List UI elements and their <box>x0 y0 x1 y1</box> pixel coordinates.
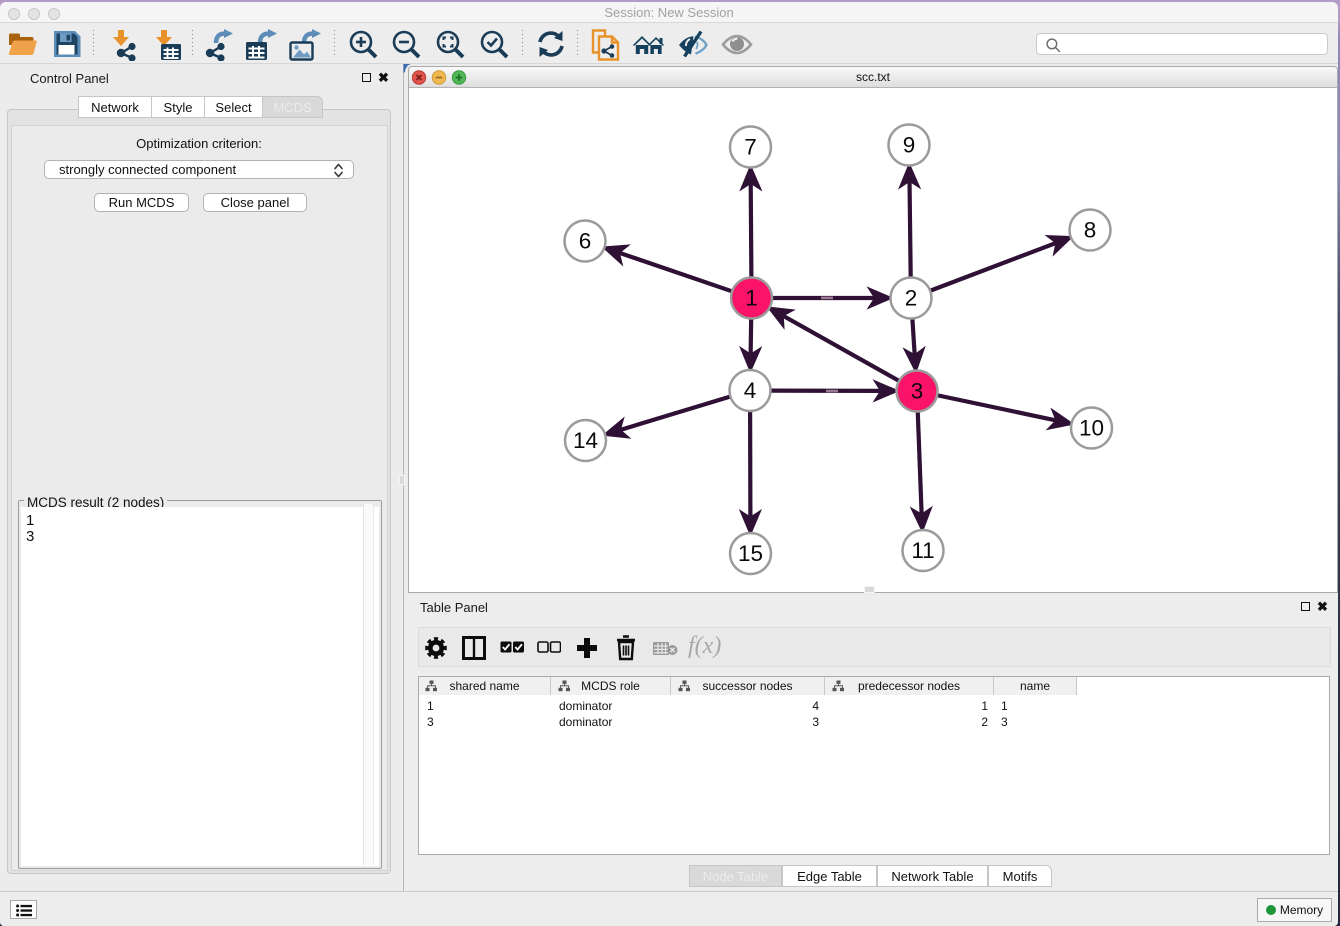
svg-text:3: 3 <box>911 379 924 404</box>
svg-text:15: 15 <box>738 541 763 566</box>
svg-text:14: 14 <box>573 428 598 453</box>
svg-text:4: 4 <box>744 378 757 403</box>
svg-text:7: 7 <box>744 135 757 160</box>
svg-text:2: 2 <box>905 286 918 311</box>
svg-text:11: 11 <box>911 538 934 563</box>
svg-text:1: 1 <box>745 286 758 311</box>
svg-text:6: 6 <box>579 229 592 254</box>
svg-text:10: 10 <box>1079 416 1104 441</box>
svg-text:9: 9 <box>903 133 916 158</box>
svg-text:8: 8 <box>1084 218 1097 243</box>
